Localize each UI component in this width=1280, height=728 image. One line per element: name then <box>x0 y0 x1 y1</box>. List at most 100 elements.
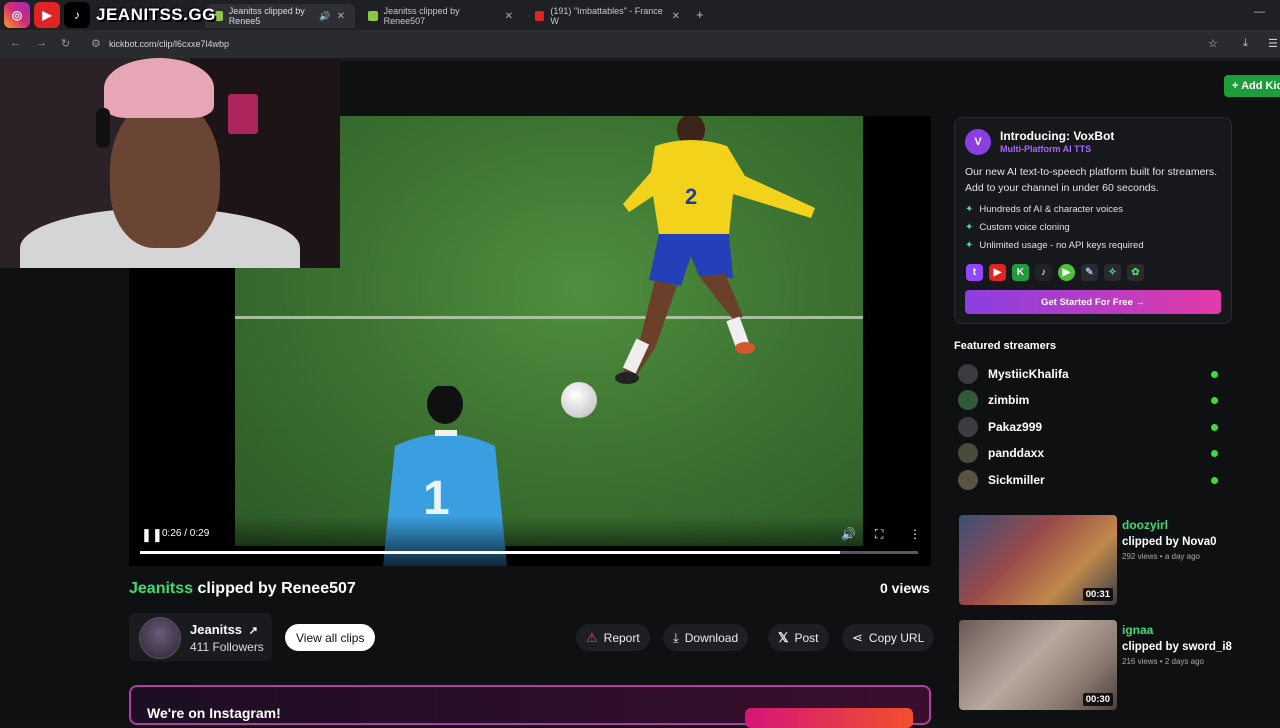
view-all-clips-button[interactable]: View all clips <box>285 624 376 651</box>
featured-streamers-heading: Featured streamers <box>954 340 1057 352</box>
sparkle-icon: ✦ <box>965 222 974 233</box>
site-info-icon[interactable]: ⚙ <box>91 37 101 50</box>
related-clip-by: clipped by sword_i8 <box>1122 641 1232 653</box>
brand-watermark: JEANITSS.GG <box>96 5 216 24</box>
promo-feature: ✦ Unlimited usage - no API keys required <box>965 240 1144 251</box>
pause-icon[interactable]: ❚❚ <box>141 527 163 543</box>
promo-feature-label: Unlimited usage - no API keys required <box>979 240 1144 251</box>
more-options-icon[interactable]: ⋮ <box>909 527 921 541</box>
live-dot <box>1211 370 1218 378</box>
report-button[interactable]: ⚠ Report <box>576 624 650 651</box>
download-icon: ⤓ <box>673 629 679 645</box>
platform-icons: t ▶ K ♪ ▶ ✎ ✧ ✿ <box>966 264 1144 281</box>
tab-clip-active[interactable]: Jeanitss clipped by Renee5 🔊 ✕ <box>205 4 355 28</box>
volume-icon[interactable]: 🔊 <box>841 527 856 541</box>
football <box>561 382 597 418</box>
kickbot-favicon-icon <box>215 11 223 21</box>
warning-icon: ⚠ <box>586 629 598 645</box>
streamer-face <box>110 98 220 248</box>
channel-name[interactable]: Jeanitss ↗ <box>190 622 258 637</box>
tab-clip[interactable]: Jeanitss clipped by Renee507 ✕ <box>358 4 523 28</box>
downloads-icon[interactable]: ⤓ <box>1243 37 1248 50</box>
feather-icon: ✎ <box>1081 264 1098 281</box>
post-label: Post <box>794 630 819 645</box>
close-tab-icon[interactable]: ✕ <box>337 11 345 22</box>
puzzle-icon: ✿ <box>1127 264 1144 281</box>
featured-streamer-row[interactable]: MystiicKhalifa <box>958 363 1218 385</box>
bookmark-star-icon[interactable]: ☆ <box>1208 37 1218 50</box>
copy-url-label: Copy URL <box>868 630 925 645</box>
streamer-name: Sickmiller <box>988 473 1045 487</box>
youtube-icon: ▶ <box>989 264 1006 281</box>
related-clip-streamer[interactable]: doozyirl <box>1122 518 1168 532</box>
featured-streamer-row[interactable]: Pakaz999 <box>958 416 1218 438</box>
channel-avatar[interactable] <box>139 617 181 659</box>
streamer-avatar <box>958 470 978 490</box>
add-kickbot-button[interactable]: + Add Kic <box>1224 75 1280 97</box>
featured-streamer-row[interactable]: panddaxx <box>958 442 1218 464</box>
streamer-name: MystiicKhalifa <box>988 367 1069 381</box>
back-icon[interactable]: ← <box>10 37 21 49</box>
headset <box>96 108 110 148</box>
minimize-icon[interactable]: — <box>1254 6 1265 18</box>
related-clip-thumbnail[interactable]: 00:30 <box>959 620 1117 710</box>
live-dot <box>1211 449 1218 457</box>
streamer-avatar <box>958 417 978 437</box>
menu-icon[interactable]: ☰ <box>1268 37 1278 50</box>
promo-feature-label: Custom voice cloning <box>979 222 1070 233</box>
live-dot <box>1211 476 1218 484</box>
video-progress-bar[interactable] <box>140 551 918 554</box>
twitch-icon: t <box>966 264 983 281</box>
featured-streamer-row[interactable]: Sickmiller <box>958 469 1218 491</box>
video-progress-fill <box>140 551 841 554</box>
clip-title: Jeanitss clipped by Renee507 <box>129 580 356 598</box>
channel-followers: 411 Followers <box>190 640 264 654</box>
promo-feature: ✦ Custom voice cloning <box>965 222 1070 233</box>
tab-label: (191) "Imbattables" - France W <box>550 6 663 26</box>
instagram-follow-button[interactable] <box>745 708 913 728</box>
related-clip-thumbnail[interactable]: 00:31 <box>959 515 1117 605</box>
clip-duration: 00:30 <box>1082 693 1113 706</box>
related-clip-streamer[interactable]: ignaa <box>1122 623 1153 637</box>
download-label: Download <box>684 630 739 645</box>
video-controls-bar <box>129 516 931 566</box>
close-tab-icon[interactable]: ✕ <box>672 11 680 22</box>
new-tab-icon[interactable]: + <box>696 7 704 22</box>
streamer-avatar <box>958 443 978 463</box>
copy-url-button[interactable]: ⋖ Copy URL <box>842 624 935 651</box>
streamer-avatar <box>958 364 978 384</box>
streamer-cap <box>104 58 214 118</box>
live-dot <box>1211 423 1218 431</box>
kick-icon: K <box>1012 264 1029 281</box>
forward-icon[interactable]: → <box>36 37 47 49</box>
post-button[interactable]: 𝕏 Post <box>768 624 829 651</box>
share-icon: ⋖ <box>852 629 863 645</box>
kickbot-favicon-icon <box>368 11 378 21</box>
bird-icon: ✧ <box>1104 264 1121 281</box>
promo-description: Our new AI text-to-speech platform built… <box>965 166 1218 194</box>
sparkle-icon: ✦ <box>965 204 974 215</box>
striker-number: 2 <box>685 184 697 209</box>
close-tab-icon[interactable]: ✕ <box>505 11 513 22</box>
related-clip-by: clipped by Nova0 <box>1122 536 1217 548</box>
report-label: Report <box>603 630 640 645</box>
tiktok-icon: ♪ <box>1035 264 1052 281</box>
channel-name-text: Jeanitss <box>190 622 243 637</box>
reload-icon[interactable]: ↻ <box>61 37 70 50</box>
url-field[interactable]: kickbot.com/clip/l6cxxe7l4wbp <box>109 34 1249 54</box>
streamer-name: zimbim <box>988 393 1030 407</box>
promo-feature-label: Hundreds of AI & character voices <box>979 204 1124 215</box>
featured-streamer-row[interactable]: zimbim <box>958 389 1218 411</box>
tab-youtube[interactable]: (191) "Imbattables" - France W ✕ <box>525 4 690 28</box>
sparkle-icon: ✦ <box>965 240 974 251</box>
rumble-icon: ▶ <box>1058 264 1075 281</box>
external-link-icon[interactable]: ↗ <box>249 625 258 637</box>
promo-title: Introducing: VoxBot <box>1000 129 1115 143</box>
voxbot-logo-icon: V <box>965 129 991 155</box>
get-started-button[interactable]: Get Started For Free → <box>965 290 1221 314</box>
clip-streamer-link[interactable]: Jeanitss <box>129 580 193 597</box>
download-button[interactable]: ⤓ Download <box>663 624 749 651</box>
clip-clipped-by: clipped by Renee507 <box>197 580 356 597</box>
fullscreen-icon[interactable]: ⛶ <box>875 527 883 542</box>
speaker-icon[interactable]: 🔊 <box>319 11 330 22</box>
